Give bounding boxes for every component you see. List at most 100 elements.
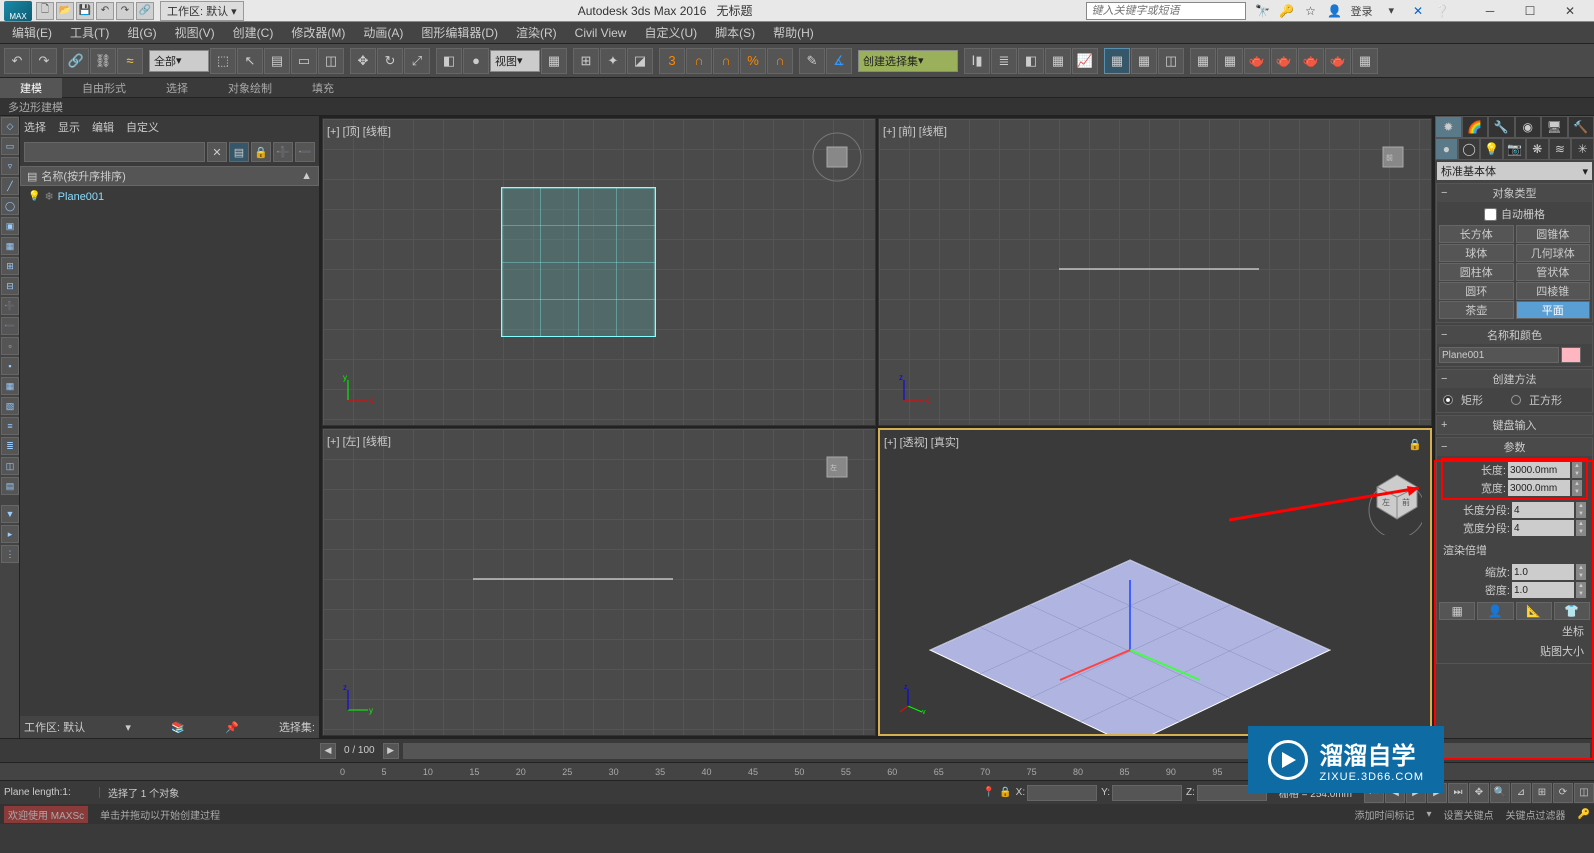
star-icon[interactable]: ☆ [1302, 3, 1318, 19]
map-icon-3[interactable]: 📐 [1516, 602, 1552, 620]
snap3d-btn[interactable]: ✦ [600, 48, 626, 74]
space-icon[interactable]: ≋ [1549, 138, 1572, 160]
width-spinner-btns[interactable]: ▲▼ [1572, 480, 1582, 496]
keyfilter-btn[interactable]: 关键点过滤器 [1506, 807, 1566, 822]
nav-zoomext-btn[interactable]: ⊞ [1532, 783, 1552, 803]
manip-btn[interactable]: ● [463, 48, 489, 74]
snap-pc-btn[interactable]: % [740, 48, 766, 74]
tab-select[interactable]: 选择 [146, 78, 208, 98]
nav-zoom-btn[interactable]: 🔍 [1490, 783, 1510, 803]
rollout-createmethod[interactable]: −创建方法 [1437, 370, 1592, 388]
viewport-perspective[interactable]: [+] [透视] [真实] 🔒 [878, 428, 1432, 736]
pin-icon[interactable]: 📌 [225, 721, 239, 734]
geometry-icon[interactable]: ● [1435, 138, 1458, 160]
schematic-btn[interactable]: ▦ [1104, 48, 1130, 74]
box-btn[interactable]: 长方体 [1439, 225, 1514, 243]
render-setup-btn[interactable]: ◫ [1158, 48, 1184, 74]
scene-header[interactable]: ▤名称(按升序排序)▲ [20, 166, 319, 186]
name-btn[interactable]: ▤ [264, 48, 290, 74]
tab-modeling[interactable]: 建模 [0, 78, 62, 98]
timeline-prev-btn[interactable]: ◀ [320, 743, 336, 759]
lt-a-icon[interactable]: ▫ [1, 337, 19, 355]
viewcube-top[interactable] [807, 127, 867, 187]
close-button[interactable]: ✕ [1550, 1, 1590, 21]
align2-btn[interactable]: ≣ [991, 48, 1017, 74]
matedit-btn[interactable]: ▦ [1131, 48, 1157, 74]
layer-icon[interactable]: 📚 [171, 721, 185, 734]
help-icon[interactable]: ❔ [1434, 3, 1450, 19]
redo-btn[interactable]: ↷ [31, 48, 57, 74]
lights-icon[interactable]: 💡 [1480, 138, 1503, 160]
search-input[interactable] [1086, 2, 1246, 20]
lock-icon[interactable]: 🔒 [251, 142, 271, 162]
tab-populate[interactable]: 填充 [292, 78, 354, 98]
x-input[interactable] [1027, 785, 1097, 801]
viewport-front[interactable]: [+] [前] [线框] 前 xz [878, 118, 1432, 426]
rollout-objtype[interactable]: −对象类型 [1437, 184, 1592, 202]
pin-icon[interactable]: 📍 [983, 787, 995, 798]
teapot4-btn[interactable]: 🫖 [1325, 48, 1351, 74]
clear-search-icon[interactable]: ✕ [207, 142, 227, 162]
viewport-top[interactable]: [+] [顶] [线框] xy [322, 118, 876, 426]
scene-tab-custom[interactable]: 自定义 [126, 119, 159, 135]
rotate-btn[interactable]: ↻ [377, 48, 403, 74]
snap-a-btn[interactable]: ∩ [686, 48, 712, 74]
lt-j-icon[interactable]: ⋮ [1, 545, 19, 563]
color-swatch[interactable] [1561, 347, 1581, 363]
wseg-spinner-btns[interactable]: ▲▼ [1576, 520, 1586, 536]
add-icon[interactable]: ➕ [273, 142, 293, 162]
lt-f-icon[interactable]: ≣ [1, 437, 19, 455]
nav-pan-btn[interactable]: ✥ [1469, 783, 1489, 803]
scene-tab-select[interactable]: 选择 [24, 119, 46, 135]
menu-edit[interactable]: 编辑(E) [4, 22, 60, 43]
workspace-dropdown[interactable]: 工作区: 默认 ▾ [160, 1, 244, 21]
lt-poly-icon[interactable]: ◇ [1, 117, 19, 135]
lt-g-icon[interactable]: ◫ [1, 457, 19, 475]
menu-modifiers[interactable]: 修改器(M) [283, 22, 353, 43]
teapot3-btn[interactable]: 🫖 [1298, 48, 1324, 74]
plane-object[interactable] [501, 187, 656, 337]
category-dropdown[interactable]: 标准基本体▾ [1437, 162, 1592, 180]
lt-ring-icon[interactable]: ⊟ [1, 277, 19, 295]
login-label[interactable]: 登录 [1350, 3, 1372, 19]
save-icon[interactable]: 💾 [76, 2, 94, 20]
scene-tab-display[interactable]: 显示 [58, 119, 80, 135]
scene-tree[interactable]: 💡 ❄ Plane001 [20, 186, 319, 716]
user-icon[interactable]: 👤 [1326, 3, 1342, 19]
angle-snap-btn[interactable]: 3 [659, 48, 685, 74]
lt-i-icon[interactable]: ▸ [1, 525, 19, 543]
rollout-namecolor[interactable]: −名称和颜色 [1437, 326, 1592, 344]
lt-select-icon[interactable]: ▭ [1, 137, 19, 155]
lt-border-icon[interactable]: ◯ [1, 197, 19, 215]
motion-tab-icon[interactable]: ◉ [1515, 116, 1542, 138]
lseg-spinner-btns[interactable]: ▲▼ [1576, 502, 1586, 518]
lt-face-icon[interactable]: ▣ [1, 217, 19, 235]
map-icon-2[interactable]: 👤 [1477, 602, 1513, 620]
viewcube-left[interactable]: 左 [807, 437, 867, 497]
redo-icon[interactable]: ↷ [116, 2, 134, 20]
filter-dropdown[interactable]: 全部 ▾ [149, 50, 209, 72]
menu-script[interactable]: 脚本(S) [707, 22, 763, 43]
placement-btn[interactable]: ◧ [436, 48, 462, 74]
lt-h-icon[interactable]: ▤ [1, 477, 19, 495]
framebuf-btn[interactable]: ▦ [1190, 48, 1216, 74]
cursor-btn[interactable]: ↖ [237, 48, 263, 74]
sphere-btn[interactable]: 球体 [1439, 244, 1514, 262]
plane-perspective[interactable] [920, 550, 1340, 736]
lt-loop-icon[interactable]: ⊞ [1, 257, 19, 275]
map-icon-4[interactable]: 👕 [1554, 602, 1590, 620]
exchange-icon[interactable]: ✕ [1410, 3, 1426, 19]
menu-anim[interactable]: 动画(A) [355, 22, 411, 43]
viewport-left[interactable]: [+] [左] [线框] 左 yz [322, 428, 876, 736]
lseg-spinner[interactable]: 4 [1512, 502, 1574, 518]
lt-grow-icon[interactable]: ➕ [1, 297, 19, 315]
key-icon[interactable]: 🔑 [1578, 809, 1590, 820]
output-btn[interactable]: ▦ [1352, 48, 1378, 74]
teapot1-btn[interactable]: 🫖 [1244, 48, 1270, 74]
unlink-btn[interactable]: ⛓ [90, 48, 116, 74]
tab-freeform[interactable]: 自由形式 [62, 78, 146, 98]
nav-orbit-btn[interactable]: ⟳ [1553, 783, 1573, 803]
lt-filter-icon[interactable]: ▼ [1, 505, 19, 523]
visibility-icon[interactable]: 💡 [28, 191, 40, 202]
select-btn[interactable]: ⬚ [210, 48, 236, 74]
